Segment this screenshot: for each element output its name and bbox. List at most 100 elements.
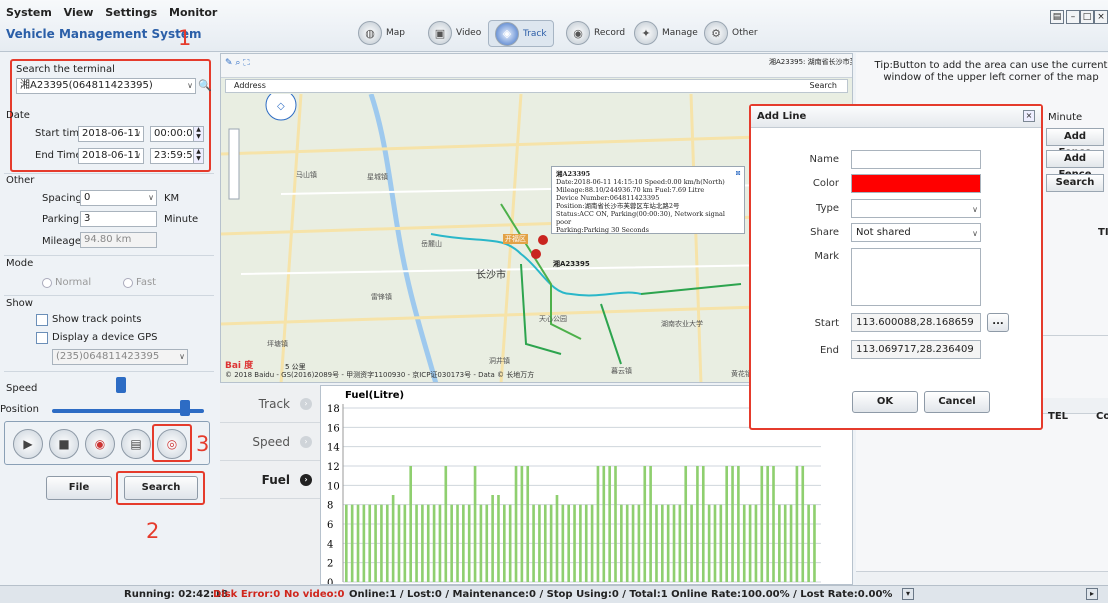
popup-plate: 湘A23395 [556, 170, 591, 178]
annotation-2: 2 [146, 519, 160, 543]
record-icon: ◉ [94, 437, 106, 451]
spin-icon[interactable]: ▲ ▼ [193, 149, 203, 163]
spacing-select[interactable]: 0 ∨ [80, 190, 157, 206]
video-icon: ▣ [428, 21, 452, 45]
popup-line: Parking:Parking 30 Seconds [556, 226, 649, 234]
minimize-icon[interactable]: – [1066, 10, 1080, 24]
menu-view[interactable]: View [64, 6, 94, 19]
address-search-button[interactable]: Search [810, 80, 837, 92]
stop-button[interactable]: ■ [49, 429, 79, 459]
y-tick-label: 14 [327, 443, 340, 454]
fuel-bar [801, 466, 805, 582]
end-input[interactable]: 113.069717,28.236409 [851, 340, 981, 359]
nav-record[interactable]: ◉ Record [566, 18, 625, 48]
cancel-button[interactable]: Cancel [924, 391, 990, 413]
fuel-bar [467, 504, 471, 582]
column-header-co: Co [1096, 411, 1108, 422]
tab-fuel[interactable]: Fuel › [220, 461, 320, 499]
address-bar[interactable]: Address Search [225, 79, 848, 93]
mark-textarea[interactable] [851, 248, 981, 306]
vehicle-marker-label: 湘A23395 [553, 260, 590, 268]
type-label: Type [816, 203, 839, 214]
type-select[interactable]: ∨ [851, 199, 981, 218]
start-time-field[interactable]: 00:00:00 ▲ ▼ [150, 126, 204, 142]
add-fence-button-2[interactable]: Add Fence [1046, 150, 1104, 180]
mode-normal-radio[interactable] [42, 278, 52, 288]
mode-normal-label: Normal [55, 277, 92, 288]
fuel-bar [491, 495, 494, 582]
vehicle-info-popup: 湘A23395 Date:2018-06-11 14:15:10 Speed:0… [551, 166, 745, 234]
parking-unit: Minute [164, 214, 199, 225]
nav-manage[interactable]: ✦ Manage [634, 18, 698, 48]
ok-button[interactable]: OK [852, 391, 918, 413]
file-button[interactable]: File [46, 476, 112, 500]
show-track-points-checkbox[interactable] [36, 314, 48, 326]
record-icon: ◉ [566, 21, 590, 45]
browse-button[interactable]: ... [987, 313, 1009, 332]
fuel-bar [397, 504, 401, 582]
start-input[interactable]: 113.600088,28.168659 [851, 313, 981, 332]
tab-track[interactable]: Track › [220, 385, 320, 423]
fuel-bar [532, 504, 535, 582]
nav-track[interactable]: ◈ Track [488, 20, 554, 47]
start-label: Start [814, 318, 839, 329]
add-fence-button[interactable]: Add Fence [1046, 128, 1104, 158]
spin-icon[interactable]: ▲ ▼ [193, 127, 203, 141]
mileage-field: 94.80 km [80, 232, 157, 248]
window-options-icon[interactable]: ▤ [1050, 10, 1064, 24]
divider [4, 173, 214, 174]
menu-settings[interactable]: Settings [105, 6, 157, 19]
nav-other[interactable]: ⚙ Other [704, 18, 758, 48]
fuel-bar [456, 504, 459, 582]
end-date-field[interactable]: 2018-06-11 ∨ [78, 148, 144, 164]
mode-fast-radio[interactable] [123, 278, 133, 288]
play-button[interactable]: ▶ [13, 429, 43, 459]
color-picker[interactable] [851, 174, 981, 193]
menu-monitor[interactable]: Monitor [169, 6, 217, 19]
close-window-icon[interactable]: × [1094, 10, 1108, 24]
fuel-bar [719, 504, 723, 582]
fuel-bar [813, 504, 816, 582]
share-select[interactable]: Not shared ∨ [851, 223, 981, 242]
speed-slider-thumb[interactable] [116, 377, 126, 393]
expand-icon[interactable]: ▾ [902, 588, 914, 600]
popup-line: Date:2018-06-11 14:15:10 Speed:0.00 km/h… [556, 178, 725, 186]
record-button[interactable]: ◉ [85, 429, 115, 459]
popup-close-icon[interactable]: ⊠ [736, 169, 741, 177]
name-input[interactable] [851, 150, 981, 169]
end-time-field[interactable]: 23:59:59 ▲ ▼ [150, 148, 204, 164]
maximize-icon[interactable]: □ [1080, 10, 1094, 24]
export-button[interactable]: ▤ [121, 429, 151, 459]
map-tool-icon[interactable]: ✎ ⌕ ⛶ [225, 58, 250, 68]
position-label: Position [0, 404, 39, 415]
horizontal-scrollbar[interactable] [856, 571, 1108, 585]
search-icon[interactable]: 🔍 [198, 79, 212, 92]
map-place-label: 洞井镇 [489, 357, 510, 365]
fuel-bar [795, 466, 799, 582]
right-search-button[interactable]: Search [1046, 174, 1104, 192]
terminal-select[interactable]: 湘A23395(064811423395) ∨ [16, 78, 196, 94]
fuel-bar [485, 504, 489, 582]
divider [4, 295, 214, 296]
nav-video[interactable]: ▣ Video [428, 18, 481, 48]
panel-toggle-icon[interactable]: ▸ [1086, 588, 1098, 600]
start-date-field[interactable]: 2018-06-11 ∨ [78, 126, 144, 142]
dialog-close-icon[interactable]: × [1023, 110, 1035, 122]
tab-speed[interactable]: Speed › [220, 423, 320, 461]
y-tick-label: 18 [327, 404, 340, 415]
nav-map[interactable]: ◍ Map [358, 18, 405, 48]
y-tick-label: 8 [327, 501, 333, 512]
divider [4, 371, 214, 372]
dialog-title: Add Line [751, 106, 1041, 128]
show-track-points-label: Show track points [52, 314, 142, 325]
display-gps-checkbox[interactable] [36, 332, 48, 344]
fuel-bar [760, 466, 764, 582]
fuel-bar [479, 504, 483, 582]
other-icon: ⚙ [704, 21, 728, 45]
y-tick-label: 0 [327, 578, 333, 584]
fuel-bar [737, 466, 740, 582]
position-slider-thumb[interactable] [179, 400, 190, 416]
menu-system[interactable]: System [6, 6, 52, 19]
fuel-bar [584, 504, 588, 582]
parking-field[interactable]: 3 [80, 211, 157, 227]
